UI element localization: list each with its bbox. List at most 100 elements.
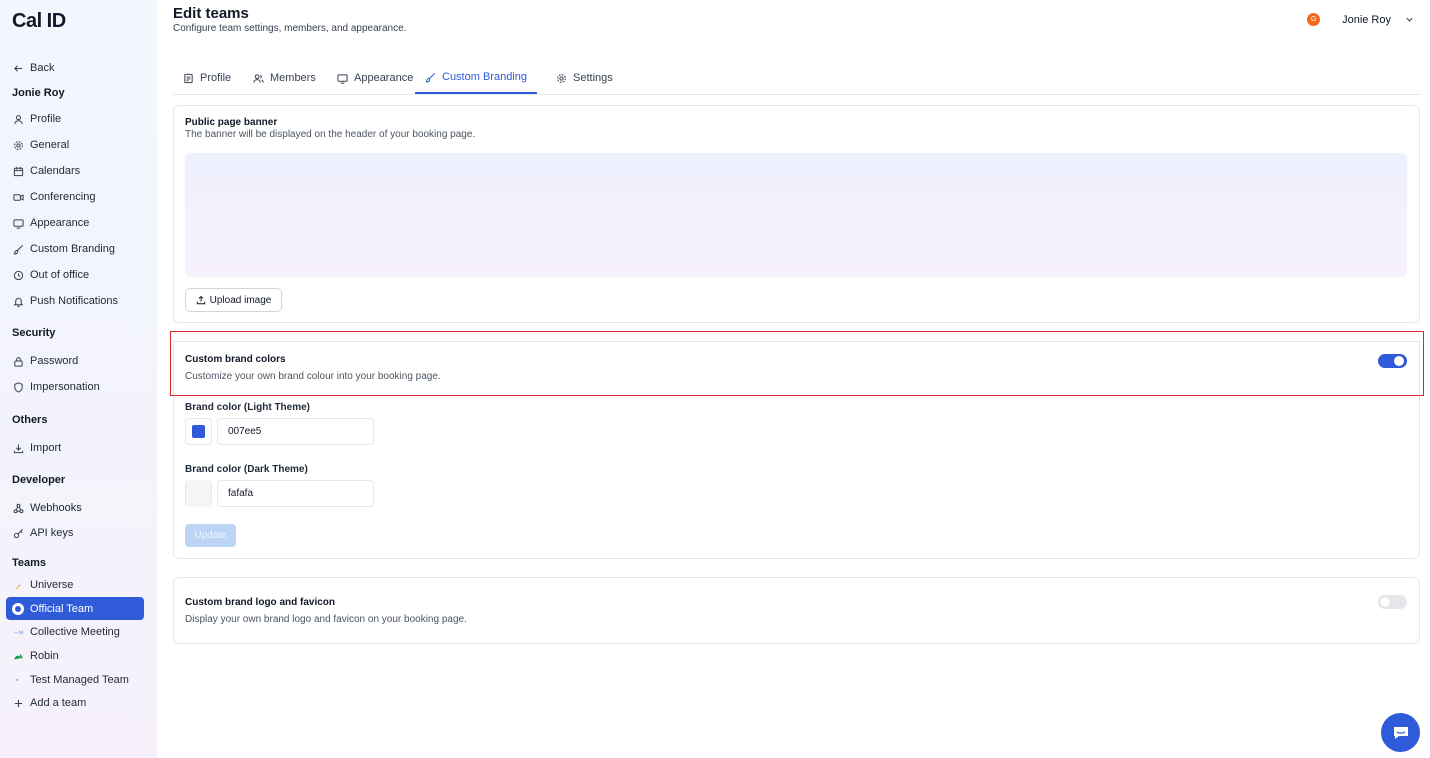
webhook-icon (12, 502, 24, 514)
sidebar-item-label: General (30, 139, 70, 151)
chat-support-button[interactable] (1381, 713, 1420, 752)
sidebar-item-appearance[interactable]: Appearance (12, 214, 89, 232)
video-icon (12, 191, 24, 203)
sidebar-item-label: Out of office (30, 269, 90, 281)
sidebar-item-label: API keys (30, 527, 74, 539)
sidebar-item-team-test-managed[interactable]: " Test Managed Team (12, 671, 129, 689)
sidebar-item-team-official[interactable]: Official Team (6, 597, 144, 620)
arrow-left-icon (12, 62, 24, 74)
sidebar-item-label: Password (30, 355, 79, 367)
add-team-button[interactable]: Add a team (12, 694, 86, 712)
shield-icon (12, 381, 24, 393)
user-icon (12, 113, 24, 125)
logo-favicon-description: Display your own brand logo and favicon … (185, 614, 467, 625)
tab-settings[interactable]: Settings (556, 62, 613, 94)
sidebar-item-label: Collective Meeting (30, 626, 120, 638)
sidebar-item-calendars[interactable]: Calendars (12, 162, 80, 180)
logo-favicon-toggle[interactable] (1378, 595, 1407, 609)
profile-doc-icon (184, 73, 193, 83)
developer-heading: Developer (12, 474, 66, 486)
others-heading: Others (12, 414, 48, 426)
highlight-box (170, 331, 1424, 396)
user-menu[interactable]: G Jonie Roy (1307, 13, 1414, 26)
brand-colors-toggle[interactable] (1378, 354, 1407, 368)
users-icon (253, 73, 264, 83)
banner-preview (185, 153, 1407, 277)
tab-members[interactable]: Members (253, 62, 316, 94)
sidebar-item-custom-branding[interactable]: Custom Branding (12, 240, 115, 258)
sidebar-item-label: Conferencing (30, 191, 96, 203)
sidebar-item-label: Robin (30, 650, 59, 662)
banner-description: The banner will be displayed on the head… (185, 129, 476, 140)
sidebar-item-api-keys[interactable]: API keys (12, 524, 73, 542)
collective-team-logo-icon: ~M~ (12, 626, 24, 638)
sidebar-item-team-universe[interactable]: Universe (12, 576, 73, 594)
update-button[interactable]: Update (185, 524, 236, 547)
sidebar-item-general[interactable]: General (12, 136, 69, 154)
sidebar-item-import[interactable]: Import (12, 439, 61, 457)
brand-colors-title: Custom brand colors (185, 354, 286, 365)
sidebar-item-profile[interactable]: Profile (12, 110, 61, 128)
sidebar-item-label: Official Team (30, 602, 94, 615)
sidebar-item-conferencing[interactable]: Conferencing (12, 188, 95, 206)
svg-text:": " (15, 677, 18, 685)
tab-label: Settings (573, 72, 613, 84)
sidebar-item-label: Profile (30, 113, 62, 125)
upload-icon (196, 295, 205, 305)
dark-color-input[interactable]: fafafa (217, 480, 374, 507)
sidebar-item-label: Push Notifications (30, 295, 119, 307)
clock-icon (12, 269, 24, 281)
add-team-label: Add a team (30, 697, 87, 709)
page-subtitle: Configure team settings, members, and ap… (173, 23, 407, 34)
sidebar-item-label: Calendars (30, 165, 81, 177)
sidebar-item-label: Import (30, 442, 62, 454)
light-color-input[interactable]: 007ee5 (217, 418, 374, 445)
light-color-swatch[interactable] (185, 418, 212, 445)
robin-team-logo-icon (12, 650, 24, 662)
sidebar-item-out-of-office[interactable]: Out of office (12, 266, 89, 284)
security-heading: Security (12, 327, 56, 339)
download-icon (12, 442, 24, 454)
back-label: Back (30, 62, 55, 74)
tab-label: Profile (200, 72, 232, 84)
sidebar-item-team-robin[interactable]: Robin (12, 647, 59, 665)
gear-icon (557, 73, 566, 83)
dark-theme-label: Brand color (Dark Theme) (185, 464, 308, 475)
tab-bar: Profile Members Appearance Custom Brandi… (173, 62, 1420, 95)
avatar: G (1307, 13, 1321, 26)
bell-icon (12, 295, 24, 307)
tab-appearance[interactable]: Appearance (337, 62, 413, 94)
tab-label: Custom Branding (442, 71, 527, 83)
tab-custom-branding[interactable]: Custom Branding (415, 62, 537, 94)
sidebar-item-webhooks[interactable]: Webhooks (12, 499, 82, 517)
calendar-icon (12, 165, 24, 177)
monitor-icon (337, 73, 348, 84)
official-team-logo-icon (12, 602, 24, 615)
universe-team-logo-icon (12, 579, 24, 591)
logo-favicon-title: Custom brand logo and favicon (185, 597, 336, 608)
sidebar-item-label: Universe (30, 579, 74, 591)
plus-icon (12, 697, 24, 709)
sidebar-item-password[interactable]: Password (12, 352, 78, 370)
logo-favicon-card (173, 577, 1420, 644)
sidebar-item-team-collective[interactable]: ~M~ Collective Meeting (12, 623, 120, 641)
page-title: Edit teams (173, 5, 249, 22)
sidebar-item-impersonation[interactable]: Impersonation (12, 378, 100, 396)
sidebar-item-push-notifications[interactable]: Push Notifications (12, 292, 118, 310)
user-name: Jonie Roy (1342, 13, 1391, 26)
sidebar: Cal ID Back Jonie Roy Profile General Ca… (0, 0, 157, 758)
lock-icon (12, 355, 24, 367)
app-logo[interactable]: Cal ID (12, 10, 66, 33)
back-link[interactable]: Back (12, 59, 54, 77)
tab-profile[interactable]: Profile (183, 62, 231, 94)
brand-colors-description: Customize your own brand colour into you… (185, 371, 441, 382)
upload-image-button[interactable]: Upload image (185, 288, 282, 312)
tab-label: Members (270, 72, 316, 84)
upload-image-label: Upload image (209, 294, 272, 306)
brush-icon (12, 243, 24, 255)
gear-icon (12, 139, 24, 151)
chevron-down-icon (1406, 17, 1413, 22)
dark-color-swatch[interactable] (185, 480, 212, 507)
brush-icon (425, 72, 435, 82)
sidebar-item-label: Impersonation (30, 381, 100, 393)
